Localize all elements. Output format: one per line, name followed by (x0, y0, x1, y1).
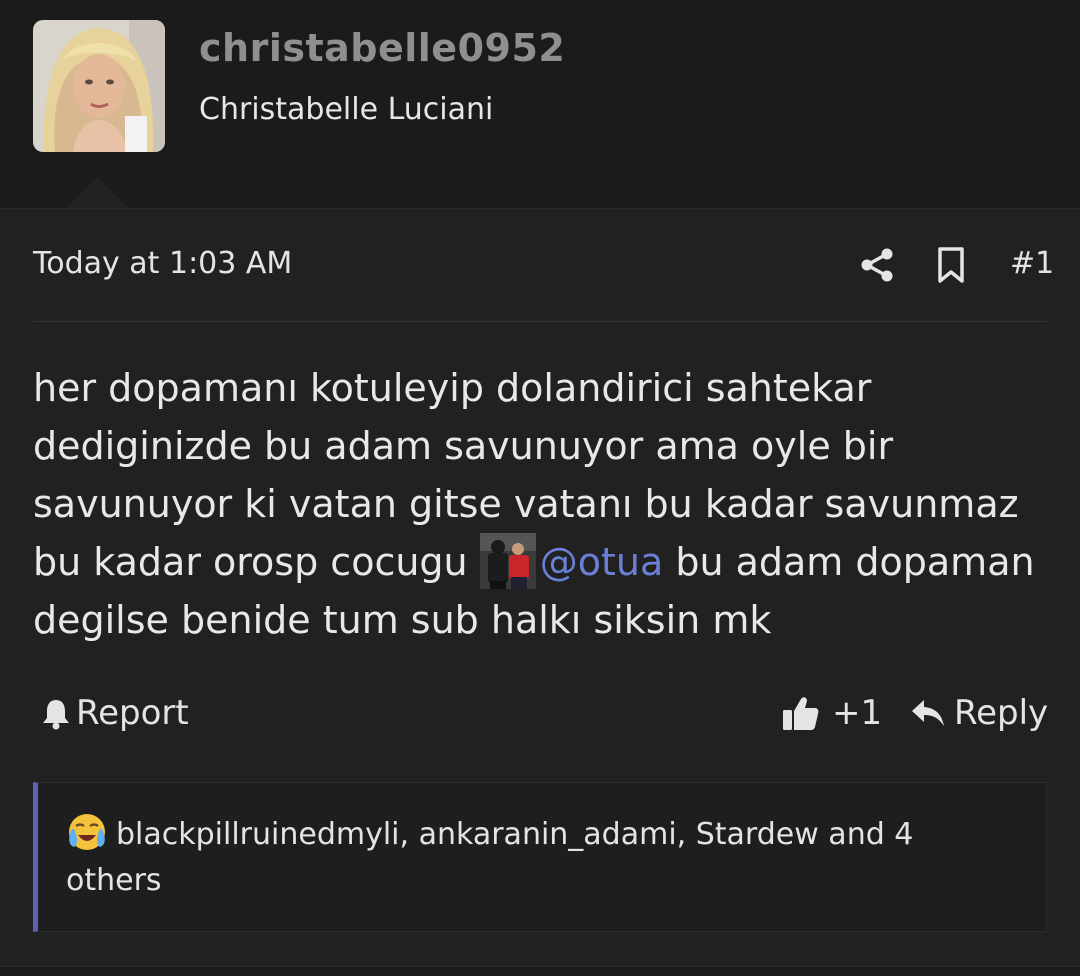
reactions-text: blackpillruinedmyli, ankaranin_adami, St… (66, 817, 914, 898)
username[interactable]: christabelle0952 (199, 26, 565, 70)
bookmark-icon[interactable] (933, 245, 969, 285)
post-header: christabelle0952 Christabelle Luciani (0, 0, 1080, 208)
reactions-bar[interactable]: blackpillruinedmyli, ankaranin_adami, St… (33, 782, 1047, 932)
like-count: +1 (832, 693, 883, 733)
caret (69, 179, 127, 208)
report-label: Report (76, 693, 189, 733)
share-icon[interactable] (857, 245, 897, 285)
post-timestamp[interactable]: Today at 1:03 AM (33, 246, 292, 281)
reply-label: Reply (954, 693, 1049, 733)
report-button[interactable]: Report (40, 693, 189, 733)
thumbs-up-icon (783, 697, 819, 730)
bell-icon (43, 700, 69, 730)
inline-image[interactable] (479, 533, 536, 589)
avatar[interactable] (33, 20, 165, 152)
reply-button[interactable]: Reply (910, 693, 1048, 733)
reply-arrow-icon (912, 700, 944, 726)
like-button[interactable]: +1 (780, 693, 882, 733)
display-name: Christabelle Luciani (199, 92, 494, 127)
mention-link[interactable]: @otua (540, 540, 664, 584)
post-message: her dopamanı kotuleyip dolandirici sahte… (33, 359, 1053, 649)
post-number[interactable]: #1 (1010, 246, 1054, 281)
divider (33, 321, 1047, 322)
post-body: Today at 1:03 AM #1 her dopamanı kotuley… (0, 208, 1080, 967)
bottom-divider (0, 966, 1080, 967)
crying-face-icon (66, 811, 108, 853)
